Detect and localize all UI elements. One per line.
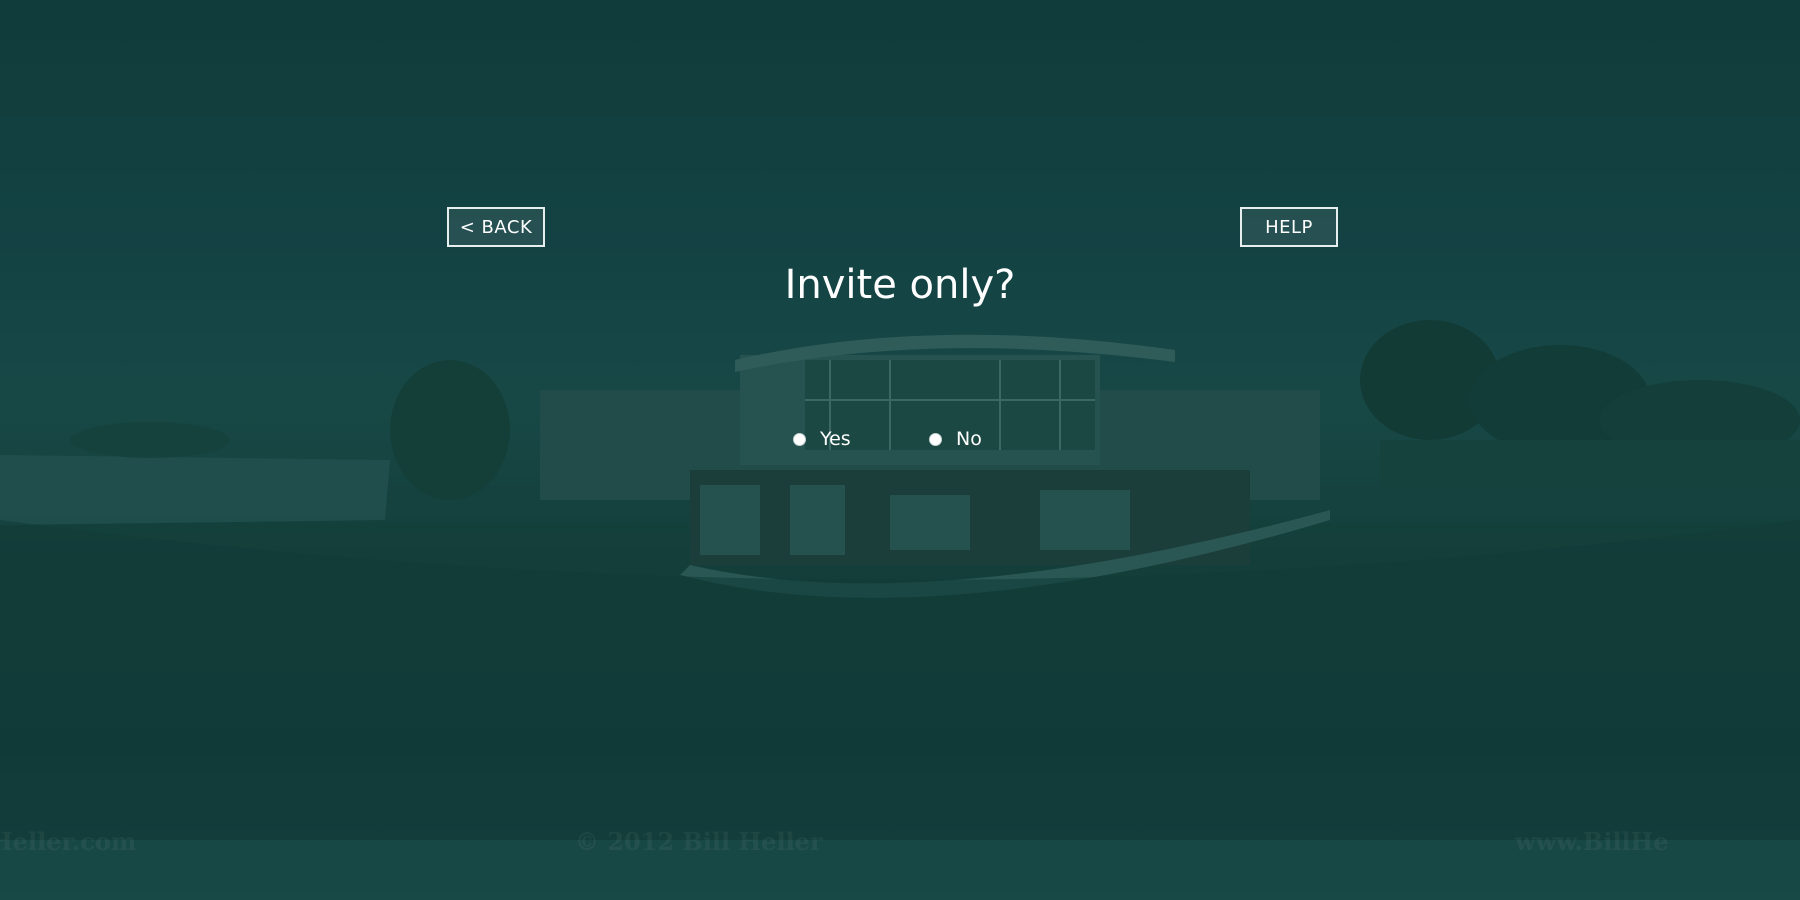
option-no[interactable]: No bbox=[929, 428, 982, 450]
invite-only-radio-group: Yes No bbox=[793, 428, 982, 450]
color-overlay bbox=[0, 0, 1800, 900]
question-title: Invite only? bbox=[784, 262, 1016, 308]
option-no-label: No bbox=[956, 428, 982, 450]
radio-button-yes[interactable] bbox=[793, 432, 806, 446]
option-yes[interactable]: Yes bbox=[793, 428, 929, 450]
option-yes-label: Yes bbox=[820, 428, 851, 450]
help-button[interactable]: HELP bbox=[1240, 207, 1338, 247]
back-button[interactable]: < BACK bbox=[447, 207, 545, 247]
radio-button-no[interactable] bbox=[929, 432, 942, 446]
